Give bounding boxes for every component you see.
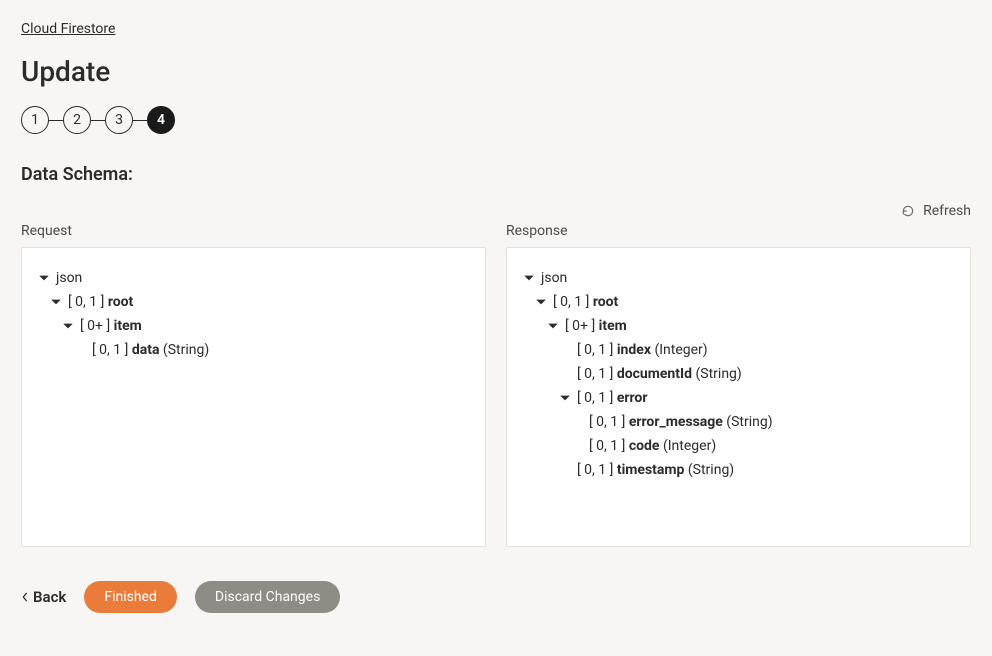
node-name: item xyxy=(114,318,142,334)
breadcrumb-link[interactable]: Cloud Firestore xyxy=(21,21,115,37)
page-title: Update xyxy=(21,55,971,88)
tree-row-index[interactable]: [ 0, 1 ] index (Integer) xyxy=(523,338,954,362)
chevron-down-icon[interactable] xyxy=(559,392,571,404)
cardinality: [ 0, 1 ] xyxy=(577,390,613,406)
refresh-icon xyxy=(901,204,915,218)
tree-node-label: json xyxy=(541,270,567,286)
node-name: index xyxy=(617,342,651,358)
node-name: root xyxy=(593,294,618,310)
response-column: Response json [ 0, 1 ] root [ 0+ ] xyxy=(506,223,971,547)
node-type: (String) xyxy=(726,414,772,430)
step-connector xyxy=(91,120,105,121)
request-label: Request xyxy=(21,223,486,239)
node-type: (String) xyxy=(688,462,734,478)
request-schema-card: json [ 0, 1 ] root [ 0+ ] item [ 0, 1 ] xyxy=(21,247,486,547)
tree-row-root[interactable]: [ 0, 1 ] root xyxy=(523,290,954,314)
response-schema-card: json [ 0, 1 ] root [ 0+ ] item [ 0, 1 ] xyxy=(506,247,971,547)
cardinality: [ 0+ ] xyxy=(565,318,595,334)
node-name: documentId xyxy=(617,366,692,382)
tree-row-item[interactable]: [ 0+ ] item xyxy=(38,314,469,338)
chevron-down-icon[interactable] xyxy=(50,296,62,308)
node-name: timestamp xyxy=(617,462,685,478)
tree-row-data[interactable]: [ 0, 1 ] data (String) xyxy=(38,338,469,362)
cardinality: [ 0, 1 ] xyxy=(589,438,625,454)
cardinality: [ 0, 1 ] xyxy=(92,342,128,358)
cardinality: [ 0, 1 ] xyxy=(577,462,613,478)
cardinality: [ 0, 1 ] xyxy=(589,414,625,430)
cardinality: [ 0, 1 ] xyxy=(553,294,589,310)
cardinality: [ 0, 1 ] xyxy=(577,366,613,382)
node-name: data xyxy=(132,342,160,358)
node-type: (String) xyxy=(163,342,209,358)
step-1[interactable]: 1 xyxy=(21,106,49,134)
chevron-down-icon[interactable] xyxy=(62,320,74,332)
stepper: 1 2 3 4 xyxy=(21,106,971,134)
cardinality: [ 0, 1 ] xyxy=(577,342,613,358)
node-name: code xyxy=(629,438,660,454)
chevron-down-icon[interactable] xyxy=(535,296,547,308)
step-connector xyxy=(133,120,147,121)
tree-row-code[interactable]: [ 0, 1 ] code (Integer) xyxy=(523,434,954,458)
node-name: error xyxy=(617,390,648,406)
refresh-button[interactable]: Refresh xyxy=(21,203,971,219)
schema-columns: Request json [ 0, 1 ] root [ 0+ ] xyxy=(21,223,971,547)
request-column: Request json [ 0, 1 ] root [ 0+ ] xyxy=(21,223,486,547)
tree-row-json[interactable]: json xyxy=(38,266,469,290)
discard-button[interactable]: Discard Changes xyxy=(195,581,340,613)
chevron-down-icon[interactable] xyxy=(547,320,559,332)
chevron-down-icon[interactable] xyxy=(523,272,535,284)
tree-row-item[interactable]: [ 0+ ] item xyxy=(523,314,954,338)
step-3[interactable]: 3 xyxy=(105,106,133,134)
node-name: root xyxy=(108,294,133,310)
node-type: (Integer) xyxy=(654,342,707,358)
response-label: Response xyxy=(506,223,971,239)
tree-row-json[interactable]: json xyxy=(523,266,954,290)
tree-row-timestamp[interactable]: [ 0, 1 ] timestamp (String) xyxy=(523,458,954,482)
node-name: error_message xyxy=(629,414,723,430)
chevron-left-icon xyxy=(21,592,29,602)
chevron-down-icon[interactable] xyxy=(38,272,50,284)
footer-actions: Back Finished Discard Changes xyxy=(21,581,971,613)
tree-row-documentid[interactable]: [ 0, 1 ] documentId (String) xyxy=(523,362,954,386)
node-type: (String) xyxy=(695,366,741,382)
back-button[interactable]: Back xyxy=(21,588,66,606)
node-name: item xyxy=(599,318,627,334)
tree-row-error-message[interactable]: [ 0, 1 ] error_message (String) xyxy=(523,410,954,434)
node-type: (Integer) xyxy=(663,438,716,454)
step-4[interactable]: 4 xyxy=(147,106,175,134)
section-title: Data Schema: xyxy=(21,164,971,185)
refresh-label: Refresh xyxy=(923,203,971,219)
cardinality: [ 0, 1 ] xyxy=(68,294,104,310)
cardinality: [ 0+ ] xyxy=(80,318,110,334)
step-2[interactable]: 2 xyxy=(63,106,91,134)
back-label: Back xyxy=(33,588,66,606)
tree-row-error[interactable]: [ 0, 1 ] error xyxy=(523,386,954,410)
tree-row-root[interactable]: [ 0, 1 ] root xyxy=(38,290,469,314)
finished-button[interactable]: Finished xyxy=(84,581,177,613)
tree-node-label: json xyxy=(56,270,82,286)
step-connector xyxy=(49,120,63,121)
